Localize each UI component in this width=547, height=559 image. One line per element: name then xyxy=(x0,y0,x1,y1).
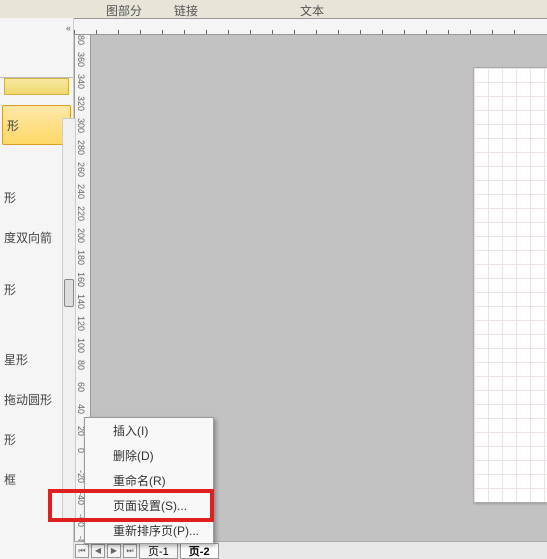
menu-rename[interactable]: 重命名(R) xyxy=(85,468,213,493)
ribbon-tabs: 图部分 链接 文本 xyxy=(0,0,547,18)
menu-delete[interactable]: 删除(D) xyxy=(85,443,213,468)
ribbon-tab[interactable]: 链接 xyxy=(158,0,214,18)
shapes-sidebar: « 形 形 度双向箭 形 星形 拖动圆形 形 框 xyxy=(0,18,74,559)
nav-next-icon[interactable]: ▶ xyxy=(107,544,121,558)
nav-prev-icon[interactable]: ◀ xyxy=(91,544,105,558)
horizontal-ruler xyxy=(74,18,547,35)
ribbon-tab[interactable]: 图部分 xyxy=(90,0,158,18)
collapse-icon[interactable]: « xyxy=(66,23,71,33)
shape-item[interactable]: 形 xyxy=(2,105,71,145)
nav-last-icon[interactable]: ⏭ xyxy=(123,544,137,558)
ribbon-tab[interactable]: 文本 xyxy=(284,0,340,18)
context-menu: 插入(I) 删除(D) 重命名(R) 页面设置(S)... 重新排序页(P)..… xyxy=(84,417,214,544)
page[interactable] xyxy=(473,67,547,503)
page-tab[interactable]: 页-1 xyxy=(139,543,178,559)
sidebar-scrollbar[interactable] xyxy=(62,118,76,519)
menu-page-setup[interactable]: 页面设置(S)... xyxy=(85,493,213,518)
sidebar-header xyxy=(4,78,69,95)
page-tab[interactable]: 页-2 xyxy=(180,543,219,559)
nav-first-icon[interactable]: ⏮ xyxy=(75,544,89,558)
menu-reorder[interactable]: 重新排序页(P)... xyxy=(85,518,213,543)
menu-insert[interactable]: 插入(I) xyxy=(85,418,213,443)
